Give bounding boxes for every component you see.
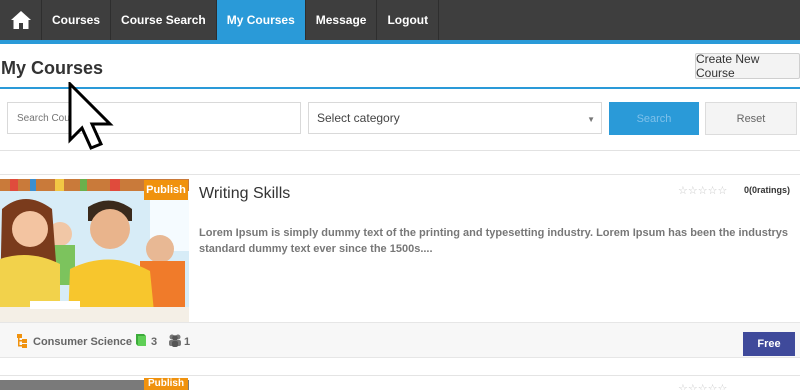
course-thumbnail-image xyxy=(0,179,189,322)
nav-home-button[interactable] xyxy=(0,0,42,40)
category-icon xyxy=(17,334,27,348)
rating-stars-icon: ☆☆☆☆☆ xyxy=(678,383,728,390)
price-badge[interactable]: Free xyxy=(743,332,795,356)
student-count: 1 xyxy=(184,336,191,348)
lesson-count: 3 xyxy=(151,336,158,348)
search-button[interactable]: Search xyxy=(609,102,699,135)
search-course-input[interactable] xyxy=(7,102,301,134)
publish-status-badge: Publish xyxy=(144,180,188,200)
header-divider xyxy=(0,87,800,89)
course-category: Consumer Science xyxy=(33,336,133,348)
rating-count: 0(0ratings) xyxy=(744,185,791,195)
category-select-value: Select category xyxy=(317,111,400,125)
nav-item-courses[interactable]: Courses xyxy=(42,0,112,40)
publish-status-badge: Publish xyxy=(144,378,188,390)
course-card-footer: Consumer Science 3 1 Free xyxy=(0,322,800,358)
create-new-course-button[interactable]: Create New Course xyxy=(695,52,800,80)
top-navbar: Courses Course Search My Courses Message… xyxy=(0,0,800,40)
nav-accent-line xyxy=(0,40,800,44)
course-thumbnail[interactable]: Publish xyxy=(0,179,189,322)
caret-down-icon: ▼ xyxy=(587,115,595,124)
course-card: Publish ☆☆☆☆☆ xyxy=(0,375,800,390)
nav-item-message[interactable]: Message xyxy=(306,0,378,40)
users-icon xyxy=(169,334,181,347)
mouse-cursor-icon xyxy=(68,82,114,150)
nav-item-my-courses[interactable]: My Courses xyxy=(216,0,306,40)
course-title[interactable]: Writing Skills xyxy=(199,185,290,203)
nav-item-logout[interactable]: Logout xyxy=(377,0,440,40)
nav-item-course-search[interactable]: Course Search xyxy=(111,0,217,40)
course-description: Lorem Ipsum is simply dummy text of the … xyxy=(199,227,788,255)
book-icon xyxy=(136,334,146,346)
filter-divider xyxy=(0,150,800,151)
page-title: My Courses xyxy=(1,58,104,78)
rating-stars-icon: ☆☆☆☆☆ xyxy=(678,185,728,197)
home-icon xyxy=(10,11,31,29)
course-card: Publish Writing Skills ☆☆☆☆☆ 0(0ratings)… xyxy=(0,174,800,358)
reset-button[interactable]: Reset xyxy=(705,102,797,135)
category-select[interactable]: Select category ▼ xyxy=(308,102,602,134)
